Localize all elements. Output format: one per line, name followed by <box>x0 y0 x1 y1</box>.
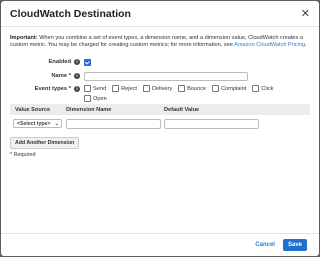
event-types-label: Event types * <box>34 86 71 92</box>
add-another-dimension-button[interactable]: Add Another Dimension <box>10 137 80 149</box>
value-source-header: Value Source <box>15 106 51 113</box>
event-type-complaint[interactable]: Complaint <box>212 85 246 92</box>
send-label: Send <box>93 85 107 92</box>
info-icon[interactable]: i <box>74 59 80 65</box>
default-value-cell <box>164 118 259 129</box>
value-source-select-value: <Select type> <box>17 120 51 127</box>
notice-lead: Important: <box>10 35 38 41</box>
event-type-delivery[interactable]: Delivery <box>142 85 173 92</box>
event-types-row: Event types * i Send Reject Delivery Bou… <box>10 85 310 102</box>
default-value-header: Default Value <box>164 106 200 113</box>
reject-label: Reject <box>121 85 137 92</box>
event-type-click[interactable]: Click <box>252 85 273 92</box>
dialog-header: CloudWatch Destination ✕ <box>1 1 319 27</box>
click-label: Click <box>261 85 274 92</box>
notice-end: . <box>305 42 307 48</box>
name-label: Name * <box>51 73 71 79</box>
dimension-name-input[interactable] <box>66 118 161 129</box>
dialog-footer: Cancel Save <box>1 233 319 256</box>
chevron-down-icon: ⌄ <box>54 120 59 127</box>
bounce-checkbox[interactable] <box>178 85 186 92</box>
dialog-title: CloudWatch Destination <box>10 7 131 20</box>
event-type-open[interactable]: Open <box>84 95 107 102</box>
enabled-row: Enabled i <box>10 56 310 68</box>
reject-checkbox[interactable] <box>112 85 120 92</box>
delivery-checkbox[interactable] <box>142 85 150 92</box>
table-row: <Select type> ⌄ <box>10 115 310 132</box>
info-icon[interactable]: i <box>74 86 80 92</box>
event-types-options: Send Reject Delivery Bounce Complaint Cl… <box>84 85 284 102</box>
default-value-input[interactable] <box>164 118 259 129</box>
enabled-label: Enabled <box>48 59 71 65</box>
event-type-send[interactable]: Send <box>84 85 106 92</box>
open-checkbox[interactable] <box>84 95 91 102</box>
enabled-checkbox[interactable] <box>84 58 91 66</box>
dimension-table: Value Source Dimension Name Default Valu… <box>10 104 310 132</box>
cloudwatch-pricing-link[interactable]: Amazon CloudWatch Pricing <box>234 42 305 48</box>
event-type-reject[interactable]: Reject <box>112 85 137 92</box>
value-source-cell: <Select type> ⌄ <box>10 119 66 128</box>
complaint-checkbox[interactable] <box>212 85 220 92</box>
bounce-label: Bounce <box>187 85 207 92</box>
dialog-body: Important: When you combine a set of eve… <box>1 27 319 158</box>
name-row: Name * i <box>10 70 310 82</box>
info-icon[interactable]: i <box>74 73 80 79</box>
click-checkbox[interactable] <box>252 85 260 92</box>
delivery-label: Delivery <box>151 85 173 92</box>
open-label: Open <box>93 95 107 102</box>
cancel-button[interactable]: Cancel <box>255 242 275 248</box>
value-source-select[interactable]: <Select type> ⌄ <box>13 119 62 128</box>
name-input[interactable] <box>84 71 248 81</box>
dimension-name-header: Dimension Name <box>66 106 112 113</box>
dimension-name-cell <box>66 118 164 129</box>
save-button[interactable]: Save <box>282 239 307 251</box>
complaint-label: Complaint <box>221 85 247 92</box>
event-type-bounce[interactable]: Bounce <box>178 85 206 92</box>
send-checkbox[interactable] <box>84 85 91 92</box>
pricing-notice: Important: When you combine a set of eve… <box>10 35 310 49</box>
cloudwatch-destination-dialog: CloudWatch Destination ✕ Important: When… <box>1 1 319 256</box>
required-note: * Required <box>10 152 36 158</box>
close-icon[interactable]: ✕ <box>301 7 310 20</box>
dimension-table-header: Value Source Dimension Name Default Valu… <box>10 104 310 115</box>
